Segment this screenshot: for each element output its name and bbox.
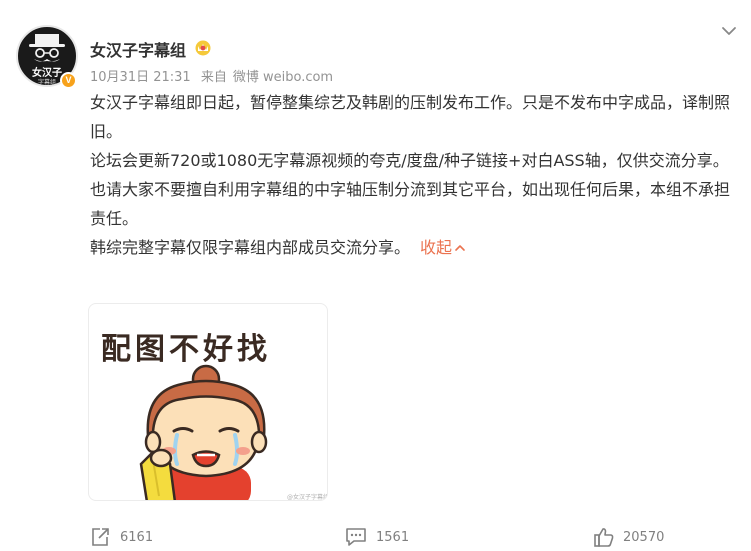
like-button[interactable]: 20570 bbox=[593, 527, 673, 551]
collapse-label: 收起 bbox=[420, 238, 453, 257]
comment-button[interactable]: 1561 bbox=[345, 527, 415, 551]
post-source[interactable]: 微博 weibo.com bbox=[233, 70, 333, 85]
like-count: 20570 bbox=[623, 530, 665, 545]
post-image[interactable]: 配图不好找 @女汉子字幕组 bbox=[88, 303, 328, 501]
action-bar: 6161 1561 20570 bbox=[0, 520, 751, 550]
verified-badge-icon: V bbox=[60, 72, 77, 89]
repost-count: 6161 bbox=[120, 530, 154, 545]
chevron-up-icon bbox=[455, 245, 465, 251]
weibo-post-card: 女汉子 字幕组 V 女汉子字幕组 10月31日 21:31 来自 微博 weibo… bbox=[0, 0, 751, 550]
repost-icon bbox=[92, 528, 109, 546]
post-paragraph: 论坛会更新720或1080无字幕源视频的夸克/度盘/种子链接+对白ASS轴，仅供… bbox=[90, 151, 729, 170]
post-meta: 10月31日 21:31 来自 微博 weibo.com bbox=[90, 66, 339, 85]
like-icon bbox=[594, 528, 614, 547]
crown-badge-icon[interactable] bbox=[194, 38, 212, 56]
post-paragraph: 也请大家不要擅自利用字幕组的中字轴压制分流到其它平台，如出现任何后果，本组不承担… bbox=[90, 180, 731, 228]
image-watermark: @女汉子字幕组 bbox=[287, 494, 328, 501]
post-body: 女汉子字幕组即日起，暂停整集综艺及韩剧的压制发布工作。只是不发布中字成品，译制照… bbox=[90, 88, 736, 262]
source-prefix: 来自 bbox=[200, 70, 227, 85]
post-paragraph: 女汉子字幕组即日起，暂停整集综艺及韩剧的压制发布工作。只是不发布中字成品，译制照… bbox=[90, 93, 731, 141]
collapse-link[interactable]: 收起 bbox=[420, 238, 466, 257]
post-paragraph-last: 韩综完整字幕仅限字幕组内部成员交流分享。 收起 bbox=[90, 233, 736, 262]
post-timestamp[interactable]: 10月31日 21:31 bbox=[90, 70, 191, 85]
comment-count: 1561 bbox=[376, 530, 410, 545]
repost-button[interactable]: 6161 bbox=[90, 527, 160, 551]
author-name[interactable]: 女汉子字幕组 bbox=[90, 37, 186, 61]
chevron-down-icon[interactable] bbox=[720, 24, 738, 38]
comment-icon bbox=[346, 528, 366, 546]
crying-girl-illustration-icon bbox=[139, 364, 268, 500]
post-paragraph: 韩综完整字幕仅限字幕组内部成员交流分享。 bbox=[90, 238, 411, 257]
